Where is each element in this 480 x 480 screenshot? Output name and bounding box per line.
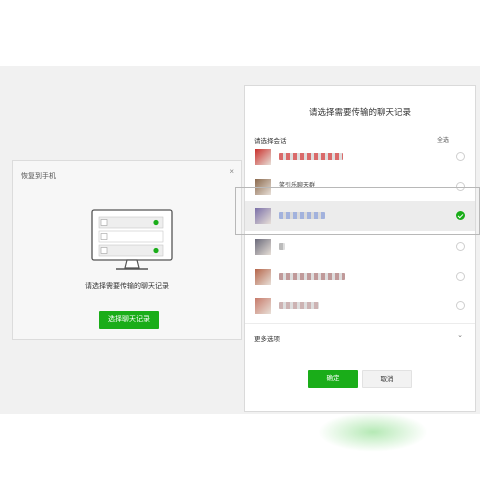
chat-checkbox[interactable]: [456, 301, 465, 310]
chat-row[interactable]: [245, 232, 475, 262]
avatar: [255, 298, 271, 314]
chat-checkbox[interactable]: [456, 242, 465, 251]
avatar: [255, 208, 271, 224]
decorative-green-glow: [318, 412, 428, 452]
chat-checkbox[interactable]: [456, 272, 465, 281]
chat-row[interactable]: [245, 291, 475, 321]
top-background-band: [0, 0, 480, 66]
restore-to-phone-dialog: 恢复到手机 × 请选择需要传输的聊天记录 选择聊天记录: [12, 160, 242, 340]
confirm-button[interactable]: 确定: [308, 370, 358, 388]
chat-name: [279, 273, 345, 280]
cancel-button[interactable]: 取消: [362, 370, 412, 388]
more-options-label: 更多选项: [254, 336, 280, 343]
monitor-icon: [91, 209, 173, 270]
more-options-row[interactable]: 更多选项 ⌄: [245, 324, 475, 348]
chat-checkbox-checked[interactable]: [456, 211, 465, 220]
chat-row[interactable]: 笑引乐聊天群: [245, 172, 475, 202]
chat-name: [279, 243, 285, 250]
chevron-down-icon[interactable]: ⌄: [457, 331, 463, 339]
select-chat-history-button[interactable]: 选择聊天记录: [99, 311, 159, 329]
chat-row-selected[interactable]: [245, 201, 475, 231]
avatar: [255, 269, 271, 285]
chat-name: [279, 212, 325, 219]
avatar: [255, 149, 271, 165]
chat-checkbox[interactable]: [456, 182, 465, 191]
chat-name: [279, 302, 319, 309]
dialog-description: 请选择需要传输的聊天记录: [85, 283, 169, 290]
chat-row[interactable]: [245, 142, 475, 172]
close-icon[interactable]: ×: [229, 167, 234, 176]
chat-checkbox[interactable]: [456, 152, 465, 161]
dialog-title: 请选择需要传输的聊天记录: [308, 107, 411, 117]
chat-name: 笑引乐聊天群: [279, 183, 316, 189]
chat-row[interactable]: [245, 262, 475, 292]
select-chat-history-dialog: 请选择需要传输的聊天记录 请选择会话 全选 笑引乐聊天群 更多选项 ⌄ 确定 取…: [244, 85, 476, 412]
avatar: [255, 179, 271, 195]
avatar: [255, 239, 271, 255]
chat-name: [279, 153, 343, 160]
dialog-title: 恢复到手机: [21, 173, 56, 180]
